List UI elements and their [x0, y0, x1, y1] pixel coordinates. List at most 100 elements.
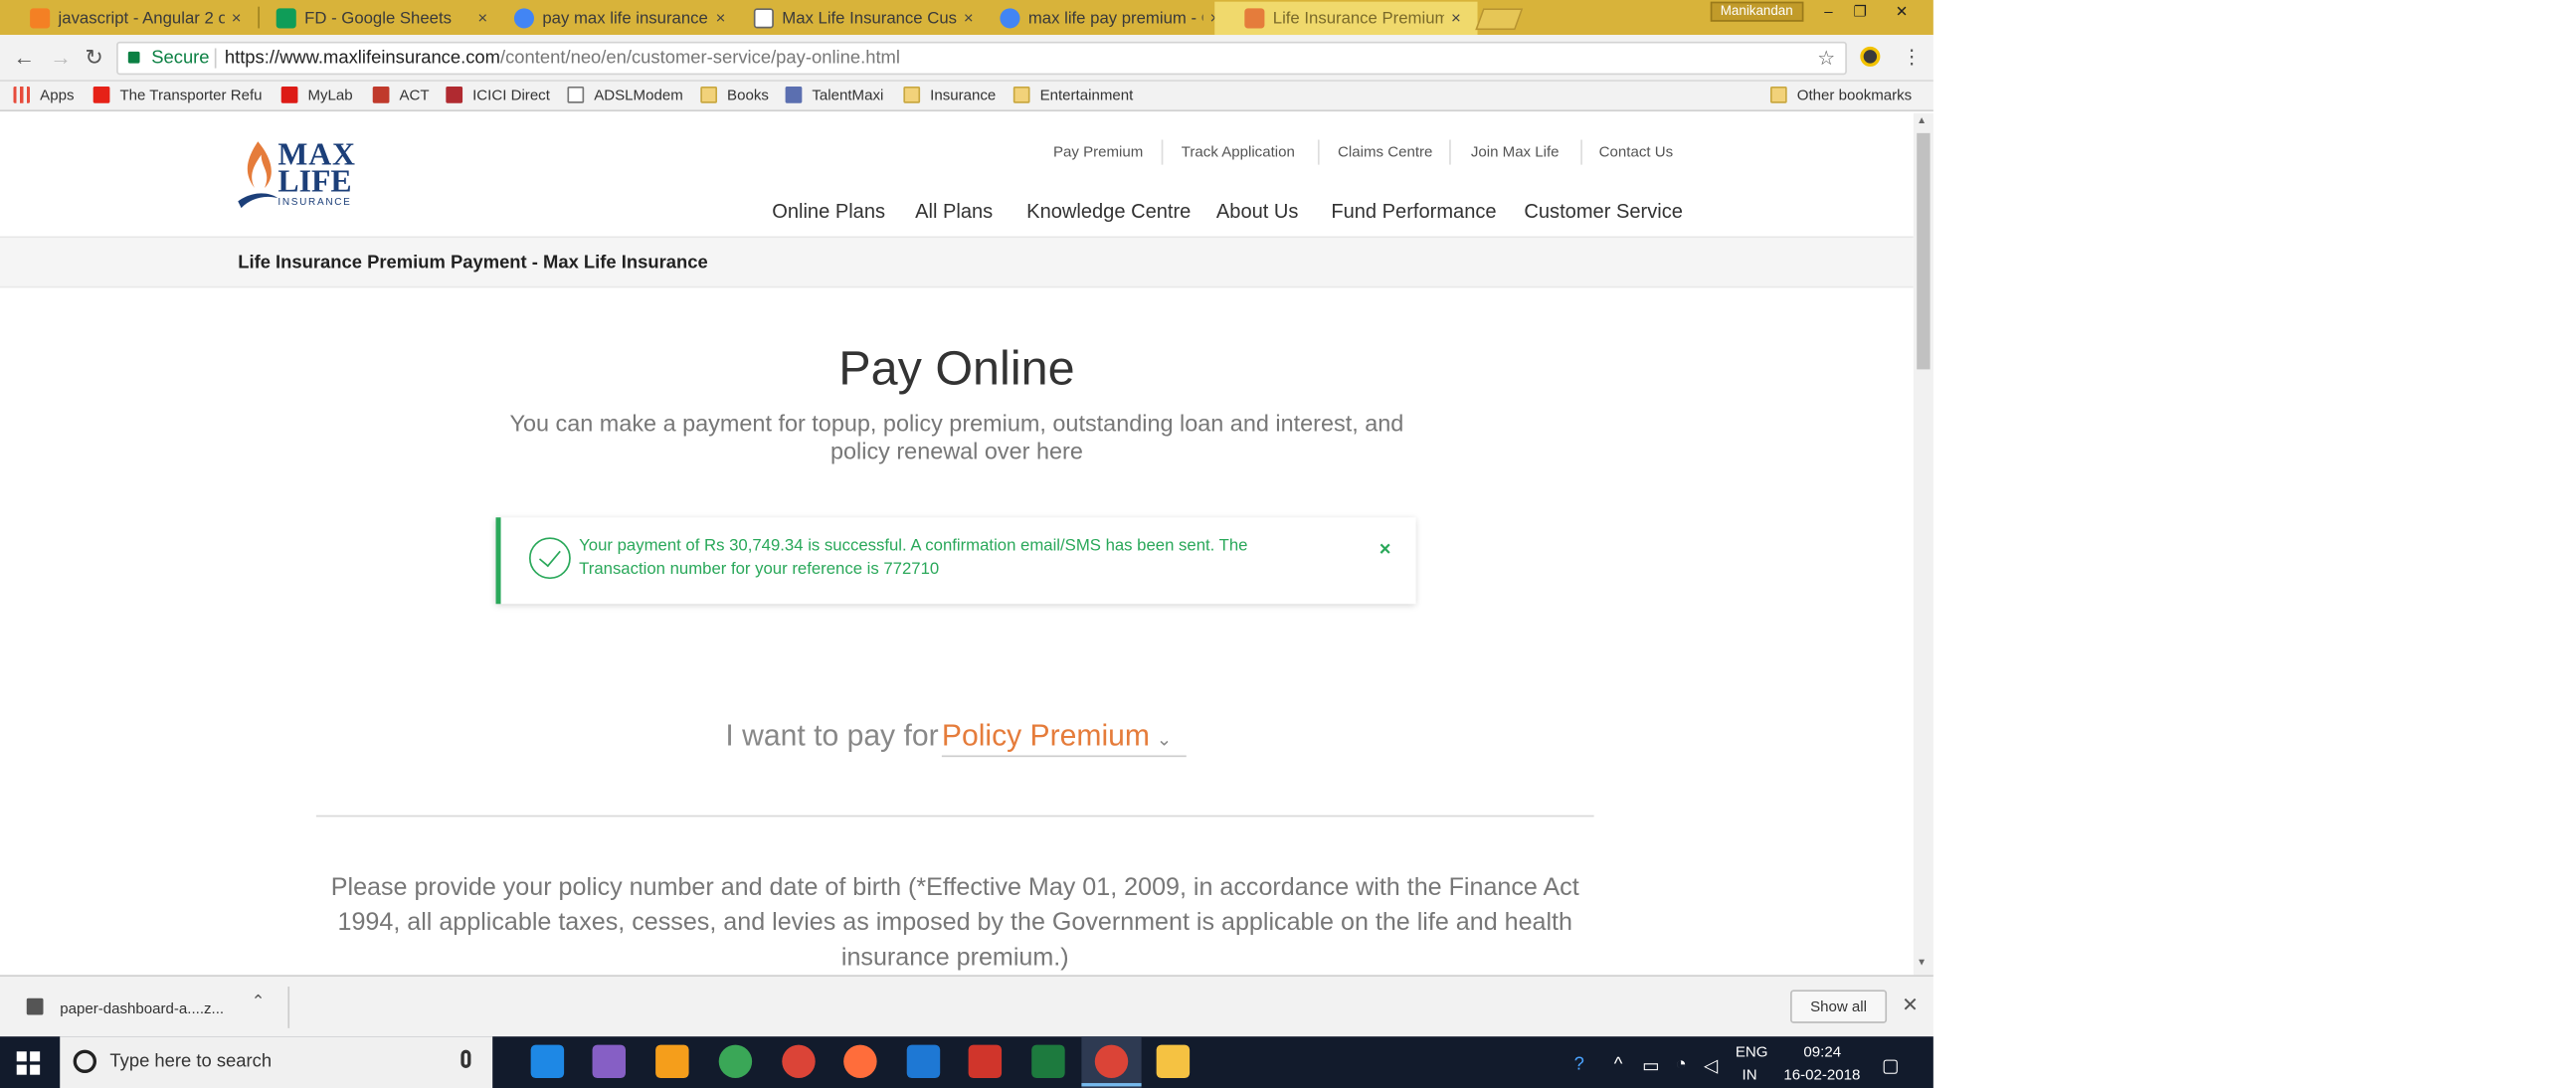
bookmark-other[interactable]: Other bookmarks — [1769, 86, 1912, 103]
browser-tab-5[interactable]: max life pay premium - G × — [970, 2, 1236, 35]
scroll-down-icon[interactable]: ▼ — [1917, 959, 1927, 969]
nav-fund-performance[interactable]: Fund Performance — [1331, 200, 1496, 223]
link-divider — [1161, 139, 1164, 165]
folder-icon — [700, 86, 718, 103]
logo-text: LIFE — [277, 164, 352, 200]
nav-about-us[interactable]: About Us — [1216, 200, 1299, 223]
bookmark-entertainment[interactable]: Entertainment — [1012, 86, 1134, 103]
chevron-down-icon: ⌄ — [1156, 730, 1173, 751]
bookmark-transporter[interactable]: The Transporter Refu — [92, 86, 263, 103]
bookmark-label: TalentMaxi — [812, 86, 884, 103]
tab-close-icon[interactable]: × — [1451, 9, 1461, 27]
tab-title: pay max life insurance - G — [542, 9, 709, 28]
browser-tab-active[interactable]: Life Insurance Premium × — [1214, 1, 1478, 36]
max-life-logo[interactable]: MAX LIFE INSURANCE — [238, 135, 362, 219]
visual-studio-icon[interactable] — [592, 1044, 627, 1079]
chrome-menu-icon[interactable]: ⋮ — [1902, 45, 1922, 68]
bookmark-label: Entertainment — [1039, 86, 1134, 103]
bookmark-act[interactable]: ACT — [372, 86, 430, 103]
breadcrumb-bar: Life Insurance Premium Payment - Max Lif… — [0, 238, 1914, 288]
page-icon — [567, 86, 585, 103]
chevron-up-icon[interactable]: ^ — [1614, 1055, 1623, 1075]
new-tab-button[interactable] — [1475, 8, 1524, 31]
clock-date: 16-02-2018 — [1783, 1066, 1861, 1084]
windows-start-icon[interactable] — [16, 1051, 41, 1075]
tab-close-icon[interactable]: × — [232, 9, 242, 27]
volume-icon[interactable]: ◁ — [1704, 1055, 1718, 1076]
lang-code: ENG — [1735, 1042, 1768, 1060]
help-icon[interactable]: ? — [1574, 1055, 1584, 1075]
microphone-icon[interactable] — [460, 1049, 471, 1069]
nav-all-plans[interactable]: All Plans — [915, 200, 993, 223]
nav-customer-service[interactable]: Customer Service — [1524, 200, 1683, 223]
check-circle-icon — [528, 537, 571, 580]
acrobat-icon[interactable] — [968, 1044, 1003, 1079]
bookmark-label: ICICI Direct — [472, 86, 550, 103]
close-window-button[interactable]: ✕ — [1885, 0, 1918, 23]
bookmark-label: Insurance — [930, 86, 997, 103]
scroll-thumb[interactable] — [1917, 132, 1931, 370]
url-text[interactable]: https://www.maxlifeinsurance.com/content… — [225, 43, 900, 73]
back-icon[interactable]: ← — [13, 45, 35, 70]
vscode-icon[interactable] — [530, 1044, 565, 1079]
link-contact-us[interactable]: Contact Us — [1599, 143, 1673, 160]
bookmark-adslmodem[interactable]: ADSLModem — [567, 86, 683, 103]
browser-tab-1[interactable]: javascript - Angular 2 on × — [0, 2, 258, 35]
browser-tab-2[interactable]: FD - Google Sheets × — [247, 2, 504, 35]
logo-text: INSURANCE — [277, 198, 352, 209]
link-pay-premium[interactable]: Pay Premium — [1053, 143, 1143, 160]
taskbar-search[interactable]: Type here to search — [60, 1036, 493, 1088]
tab-title: Max Life Insurance Custo — [782, 9, 958, 28]
folder-icon — [903, 86, 921, 103]
profile-button[interactable]: Manikandan — [1710, 1, 1803, 22]
close-icon[interactable]: ✕ — [1902, 994, 1919, 1016]
search-placeholder: Type here to search — [109, 1051, 273, 1072]
extension-icon[interactable] — [1860, 46, 1881, 67]
pay-for-select[interactable]: Policy Premium ⌄ — [941, 718, 1187, 758]
icici-icon — [446, 86, 463, 103]
pay-for-value: Policy Premium — [941, 718, 1151, 753]
wifi-icon[interactable]: ◔ — [1676, 1055, 1687, 1075]
bookmark-star-icon[interactable]: ☆ — [1817, 43, 1835, 73]
chevron-up-icon[interactable]: ⌃ — [252, 994, 266, 1011]
bookmark-icici[interactable]: ICICI Direct — [446, 86, 550, 103]
bookmark-books[interactable]: Books — [700, 86, 769, 103]
angular-icon — [280, 86, 298, 103]
bookmark-talentmaxi[interactable]: TalentMaxi — [785, 86, 884, 103]
bookmark-apps[interactable]: Apps — [13, 86, 74, 103]
chrome-active-icon[interactable] — [1081, 1044, 1142, 1087]
file-explorer-icon[interactable] — [1156, 1044, 1191, 1079]
link-claims-centre[interactable]: Claims Centre — [1338, 143, 1432, 160]
chrome-icon[interactable] — [782, 1044, 816, 1079]
app-icon[interactable] — [718, 1044, 753, 1079]
nav-online-plans[interactable]: Online Plans — [772, 200, 885, 223]
scroll-up-icon[interactable]: ▲ — [1917, 116, 1927, 126]
browser-tab-3[interactable]: pay max life insurance - G × — [484, 2, 742, 35]
address-bar[interactable]: Secure https://www.maxlifeinsurance.com/… — [116, 41, 1847, 76]
nav-knowledge-centre[interactable]: Knowledge Centre — [1026, 200, 1191, 223]
reload-icon[interactable]: ↻ — [85, 45, 102, 72]
postman-icon[interactable] — [843, 1044, 877, 1079]
bookmark-mylab[interactable]: MyLab — [280, 86, 353, 103]
download-divider — [287, 987, 290, 1028]
link-track-application[interactable]: Track Application — [1182, 143, 1295, 160]
page-scrollbar[interactable]: ▲ ▼ — [1913, 112, 1933, 976]
bookmark-insurance[interactable]: Insurance — [903, 86, 997, 103]
pay-for-label: I want to pay for — [725, 718, 939, 753]
forward-icon[interactable]: → — [50, 45, 72, 70]
excel-icon[interactable] — [1031, 1044, 1065, 1079]
show-all-button[interactable]: Show all — [1790, 990, 1888, 1023]
sublime-text-icon[interactable] — [655, 1044, 689, 1079]
sheets-icon — [276, 8, 296, 29]
minimize-button[interactable]: – — [1812, 0, 1845, 23]
clock[interactable]: 09:24 16-02-2018 — [1783, 1043, 1874, 1088]
close-icon[interactable]: × — [1380, 537, 1391, 560]
battery-icon[interactable]: ▭ — [1642, 1055, 1659, 1076]
browser-tab-4[interactable]: Max Life Insurance Custo × — [724, 2, 991, 35]
notifications-icon[interactable]: ▢ — [1882, 1055, 1899, 1076]
edge-icon[interactable] — [906, 1044, 941, 1079]
link-join-max-life[interactable]: Join Max Life — [1471, 143, 1560, 160]
bookmark-label: ADSLModem — [594, 86, 683, 103]
download-item[interactable]: paper-dashboard-a....z... — [60, 999, 224, 1016]
restore-button[interactable]: ❐ — [1844, 0, 1877, 23]
